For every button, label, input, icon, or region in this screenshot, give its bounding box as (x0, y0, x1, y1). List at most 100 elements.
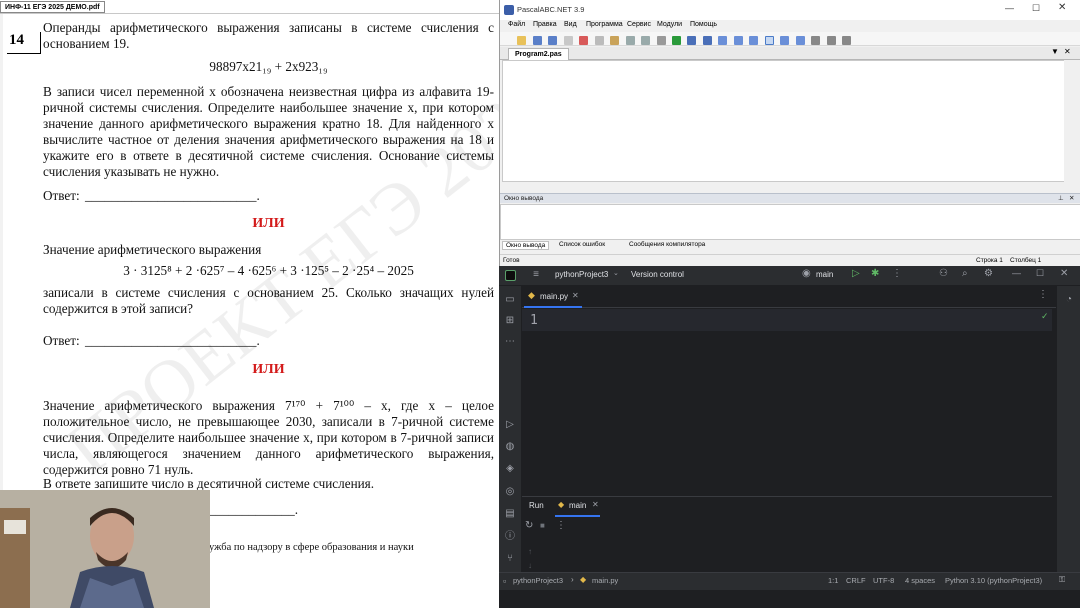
run-tab-close-icon[interactable]: ✕ (592, 500, 599, 509)
close-icon[interactable]: ✕ (1060, 268, 1068, 279)
tab-main-py[interactable]: main.py (540, 292, 568, 301)
q2-intro: Значение арифметического выражения (43, 242, 262, 257)
run-config-selector[interactable]: main (816, 270, 833, 279)
search-icon[interactable]: ⌕ (962, 268, 968, 279)
status-ready: Готов (503, 257, 520, 264)
scroll-up-icon[interactable]: ↑ (528, 547, 532, 556)
open-icon[interactable] (517, 36, 527, 45)
output-area[interactable] (500, 204, 1080, 240)
find-icon[interactable] (656, 36, 666, 45)
page-footer: ужба по надзору в сфере образования и на… (209, 542, 414, 553)
status-line-sep[interactable]: CRLF (846, 576, 866, 585)
minimize-icon[interactable]: — (1012, 268, 1021, 278)
output-icon[interactable] (795, 36, 805, 45)
webcam-overlay (0, 490, 210, 608)
menu-program[interactable]: Программа (586, 21, 623, 28)
maximize-icon[interactable]: ☐ (1036, 268, 1044, 279)
more-tools-icon[interactable]: ⋯ (503, 336, 517, 348)
tab-dropdown-icon[interactable]: ▼ (1051, 47, 1059, 56)
debug-icon[interactable]: ✱ (871, 268, 879, 279)
debug-icon[interactable] (687, 36, 697, 45)
maximize-icon[interactable]: ☐ (1032, 3, 1040, 14)
status-caret[interactable]: 1:1 (828, 576, 838, 585)
menu-edit[interactable]: Правка (533, 21, 557, 28)
minimize-icon[interactable]: — (1005, 3, 1014, 13)
paste-icon[interactable] (610, 36, 620, 45)
pdf-tab-title[interactable]: ИНФ-11 ЕГЭ 2025 ДЕМО.pdf (0, 1, 105, 13)
or-divider-1: ИЛИ (252, 216, 285, 231)
window-icon[interactable] (826, 36, 836, 45)
folder-icon[interactable]: ▭ (503, 294, 517, 306)
menu-file[interactable]: Файл (508, 21, 525, 28)
toggle-icon[interactable] (780, 36, 790, 45)
project-selector[interactable]: pythonProject3 (555, 270, 608, 279)
editor-scrollbar[interactable] (1064, 60, 1076, 182)
stop-icon[interactable]: ■ (540, 521, 545, 530)
pascal-title: PascalABC.NET 3.9 (517, 5, 585, 14)
menu-help[interactable]: Помощь (690, 21, 717, 28)
status-encoding[interactable]: UTF-8 (873, 576, 894, 585)
tab-options-icon[interactable]: ⋮ (1038, 289, 1048, 300)
notifications-icon[interactable]: ◔ (1062, 294, 1076, 306)
cut-icon[interactable] (579, 36, 589, 45)
tab-compiler[interactable]: Сообщения компилятора (626, 241, 708, 248)
pascal-editor[interactable] (502, 60, 1074, 182)
pin-icon[interactable]: ⊥ (1058, 194, 1064, 202)
tab-program2[interactable]: Program2.pas (508, 48, 569, 60)
step-over-icon[interactable] (749, 36, 759, 45)
status-indent[interactable]: 4 spaces (905, 576, 935, 585)
python-packages-icon[interactable]: ◈ (503, 463, 517, 475)
git-icon[interactable]: ⑂ (503, 553, 517, 565)
more-icon[interactable]: ⋮ (892, 268, 902, 279)
breadcrumb-file[interactable]: main.py (592, 576, 618, 585)
tab-output[interactable]: Окно вывода (502, 241, 550, 250)
close-icon[interactable]: ✕ (1058, 2, 1066, 13)
stop-icon[interactable] (702, 36, 712, 45)
services-icon[interactable]: ◎ (503, 486, 517, 498)
status-interpreter[interactable]: Python 3.10 (pythonProject3) (945, 576, 1042, 585)
run-panel-title: Run (529, 501, 544, 510)
vcs-selector[interactable]: Version control (631, 270, 684, 279)
structure-icon[interactable]: ⊞ (503, 315, 517, 327)
square-icon: ▫ (503, 576, 507, 586)
output-close-icon[interactable]: ✕ (1069, 194, 1074, 202)
tab-close-icon[interactable]: ✕ (572, 291, 579, 300)
save-icon[interactable] (532, 36, 542, 45)
scroll-down-icon[interactable]: ↓ (528, 561, 532, 570)
print-icon[interactable] (563, 36, 573, 45)
run-tab-main[interactable]: main (569, 501, 586, 510)
output-title: Окно вывода (504, 195, 544, 202)
terminal-icon[interactable]: ▤ (503, 508, 517, 520)
problems-icon[interactable]: ⓘ (503, 531, 517, 543)
new-file-icon[interactable] (502, 36, 511, 45)
save-all-icon[interactable] (548, 36, 558, 45)
tab-close-icon[interactable]: ✕ (1064, 47, 1071, 56)
python-console-icon[interactable]: ◍ (503, 441, 517, 453)
code-editor[interactable]: 1 ✓ (522, 309, 1052, 491)
undo-icon[interactable] (625, 36, 635, 45)
step-icon[interactable] (718, 36, 728, 45)
redo-icon[interactable] (641, 36, 651, 45)
format-icon[interactable] (764, 36, 774, 45)
menu-service[interactable]: Сервис (627, 21, 651, 28)
menu-modules[interactable]: Модули (657, 21, 682, 28)
gear-icon[interactable]: ⚙ (984, 268, 993, 279)
rerun-icon[interactable]: ↻ (525, 520, 533, 531)
settings-icon[interactable] (811, 36, 821, 45)
add-user-icon[interactable]: ⚇ (939, 268, 948, 279)
hamburger-menu-icon[interactable]: ≡ (529, 269, 543, 281)
pycharm-window: ≡ pythonProject3 ⌄ Version control ◉ mai… (499, 266, 1080, 608)
copy-icon[interactable] (594, 36, 604, 45)
breadcrumb-project[interactable]: pythonProject3 (513, 576, 563, 585)
editor-tabs: ◆ main.py ✕ ⋮ (522, 286, 1056, 308)
run-more-icon[interactable]: ⋮ (556, 520, 566, 531)
menu-view[interactable]: Вид (564, 21, 577, 28)
step-into-icon[interactable] (733, 36, 743, 45)
help-icon[interactable] (841, 36, 851, 45)
output-header: Окно вывода ⊥ ✕ (500, 193, 1080, 203)
run-icon[interactable] (671, 36, 681, 45)
tab-errors[interactable]: Список ошибок (556, 241, 608, 248)
active-tab-indicator (524, 306, 582, 308)
run-tool-icon[interactable]: ▷ (503, 419, 517, 431)
run-icon[interactable]: ▷ (852, 268, 860, 279)
